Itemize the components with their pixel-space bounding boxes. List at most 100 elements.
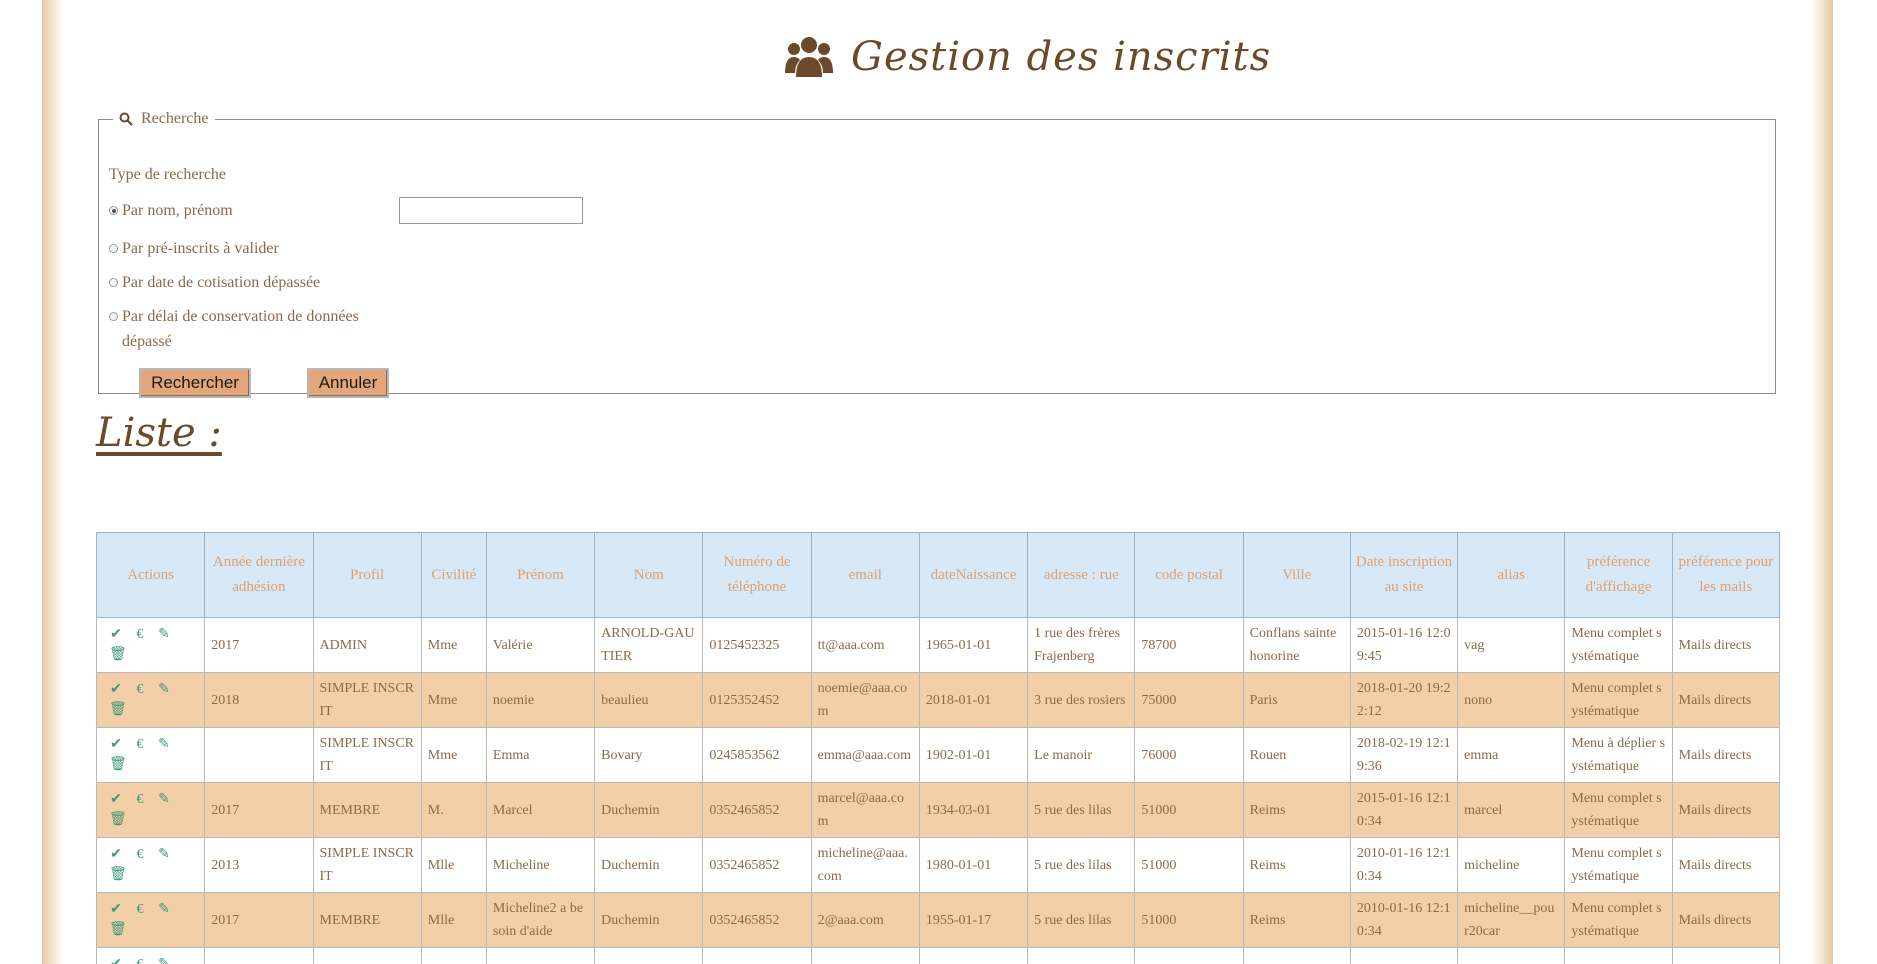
table-cell: 1965-01-01 xyxy=(918,617,1029,673)
column-header: Numéro de téléphone xyxy=(702,532,812,618)
column-header: Année dernière adhésion xyxy=(204,532,314,618)
table-cell: SIMPLE INSCRIT xyxy=(312,837,422,893)
table-cell: Duchemin xyxy=(594,837,704,893)
page-margin-right xyxy=(1833,0,1877,964)
table-cell: noemie xyxy=(485,672,596,728)
table-cell xyxy=(1457,947,1566,964)
search-button[interactable]: Rechercher xyxy=(139,368,251,398)
check-icon[interactable]: ✔ xyxy=(109,902,123,918)
radio-option-name[interactable]: Par nom, prénom xyxy=(109,198,233,223)
table-cell xyxy=(485,947,596,964)
table-cell: Menu complet systématique xyxy=(1564,672,1673,728)
table-cell: Micheline xyxy=(485,837,596,893)
table-row: ✔ € ✎ 🗑 2017 ADMIN Mme Valérie ARNOLD-GAUTIER 012… xyxy=(95,617,1781,673)
table-cell: MEMBRE xyxy=(312,782,422,838)
table-cell: 0245853562 xyxy=(702,727,812,783)
trash-icon[interactable]: 🗑 xyxy=(109,812,127,828)
table-cell xyxy=(1242,947,1351,964)
column-header: Prénom xyxy=(485,532,596,618)
radio-button[interactable] xyxy=(109,244,118,253)
members-table: Actions Année dernière adhésion Profil C… xyxy=(95,532,1781,964)
table-cell: Mails directs xyxy=(1671,617,1781,673)
euro-icon[interactable]: € xyxy=(133,957,147,964)
cancel-button[interactable]: Annuler xyxy=(307,368,389,398)
table-cell: tt@aaa.com xyxy=(810,617,920,673)
table-cell: 2015-01-16 12:09:45 xyxy=(1349,617,1459,673)
table-cell: Mails directs xyxy=(1671,782,1781,838)
euro-icon[interactable]: € xyxy=(133,792,147,808)
table-cell: emma xyxy=(1457,727,1566,783)
edit-icon[interactable]: ✎ xyxy=(157,792,171,808)
table-cell: 0125352452 xyxy=(702,672,812,728)
trash-icon[interactable]: 🗑 xyxy=(109,867,127,883)
radio-label: Par pré-inscrits à valider xyxy=(122,240,279,257)
table-row: ✔ € ✎ 🗑 2017 MEMBRE Mlle Micheline2 a besoin d'… xyxy=(95,892,1781,948)
check-icon[interactable]: ✔ xyxy=(109,957,123,964)
trash-icon[interactable]: 🗑 xyxy=(109,757,127,773)
row-actions-cell: ✔ € ✎ 🗑 xyxy=(95,892,206,948)
radio-option-data-retention[interactable]: Par délai de conservation de données dép… xyxy=(109,304,389,354)
table-cell: Mails directs xyxy=(1671,672,1781,728)
page-title: Gestion des inscrits xyxy=(851,34,1272,80)
table-cell: Mails directs xyxy=(1671,892,1781,948)
table-cell: marcel xyxy=(1457,782,1566,838)
table-cell: 5 rue des lilas xyxy=(1027,837,1136,893)
check-icon[interactable]: ✔ xyxy=(109,737,123,753)
euro-icon[interactable]: € xyxy=(133,737,147,753)
radio-option-preregistered[interactable]: Par pré-inscrits à valider xyxy=(109,236,279,261)
table-row: ✔ € ✎ 🗑 SIMPLE INSCRIT Mme Emma Bovary 024585356… xyxy=(95,727,1781,783)
column-header: Date inscription au site xyxy=(1349,532,1459,618)
table-cell: Mme xyxy=(420,617,487,673)
check-icon[interactable]: ✔ xyxy=(109,627,123,643)
table-cell: 0125452325 xyxy=(702,617,812,673)
table-cell: emma@aaa.com xyxy=(810,727,920,783)
radio-button[interactable] xyxy=(109,278,118,287)
users-icon xyxy=(785,37,833,77)
page-border-left xyxy=(42,0,64,964)
check-icon[interactable]: ✔ xyxy=(109,682,123,698)
edit-icon[interactable]: ✎ xyxy=(157,847,171,863)
euro-icon[interactable]: € xyxy=(133,902,147,918)
column-header: alias xyxy=(1457,532,1566,618)
table-cell xyxy=(810,947,920,964)
row-actions-cell: ✔ € ✎ 🗑 xyxy=(95,672,206,728)
edit-icon[interactable]: ✎ xyxy=(157,902,171,918)
table-cell xyxy=(1134,947,1244,964)
name-search-input[interactable] xyxy=(399,197,583,224)
table-cell: ARNOLD-GAUTIER xyxy=(594,617,704,673)
radio-button[interactable] xyxy=(109,312,118,321)
trash-icon[interactable]: 🗑 xyxy=(109,702,127,718)
trash-icon[interactable]: 🗑 xyxy=(109,647,127,663)
table-cell: micheline__pour20car xyxy=(1457,892,1566,948)
edit-icon[interactable]: ✎ xyxy=(157,737,171,753)
row-actions-cell: ✔ € ✎ 🗑 xyxy=(95,782,206,838)
table-cell xyxy=(702,947,812,964)
page-header: Gestion des inscrits xyxy=(785,22,1271,92)
column-header: dateNaissance xyxy=(918,532,1029,618)
euro-icon[interactable]: € xyxy=(133,627,147,643)
table-cell: Micheline2 a besoin d'aide xyxy=(485,892,596,948)
row-actions-cell: ✔ € ✎ 🗑 xyxy=(95,617,206,673)
radio-label: Par délai de conservation de données dép… xyxy=(122,308,359,350)
table-cell: marcel@aaa.com xyxy=(810,782,920,838)
check-icon[interactable]: ✔ xyxy=(109,792,123,808)
table-cell: SIMPLE xyxy=(312,947,422,964)
edit-icon[interactable]: ✎ xyxy=(157,957,171,964)
table-cell: 51000 xyxy=(1134,892,1244,948)
table-cell xyxy=(918,947,1029,964)
edit-icon[interactable]: ✎ xyxy=(157,627,171,643)
table-cell: 2018 xyxy=(204,672,314,728)
trash-icon[interactable]: 🗑 xyxy=(109,922,127,938)
table-cell: Duchemin xyxy=(594,782,704,838)
euro-icon[interactable]: € xyxy=(133,847,147,863)
table-cell: 1902-01-01 xyxy=(918,727,1029,783)
column-header: Profil xyxy=(312,532,422,618)
radio-option-expired-fee[interactable]: Par date de cotisation dépassée xyxy=(109,270,320,295)
column-header: adresse : rue xyxy=(1027,532,1136,618)
edit-icon[interactable]: ✎ xyxy=(157,682,171,698)
radio-button[interactable] xyxy=(109,206,118,215)
table-cell: 2017 xyxy=(204,617,314,673)
check-icon[interactable]: ✔ xyxy=(109,847,123,863)
euro-icon[interactable]: € xyxy=(133,682,147,698)
column-header: code postal xyxy=(1134,532,1244,618)
